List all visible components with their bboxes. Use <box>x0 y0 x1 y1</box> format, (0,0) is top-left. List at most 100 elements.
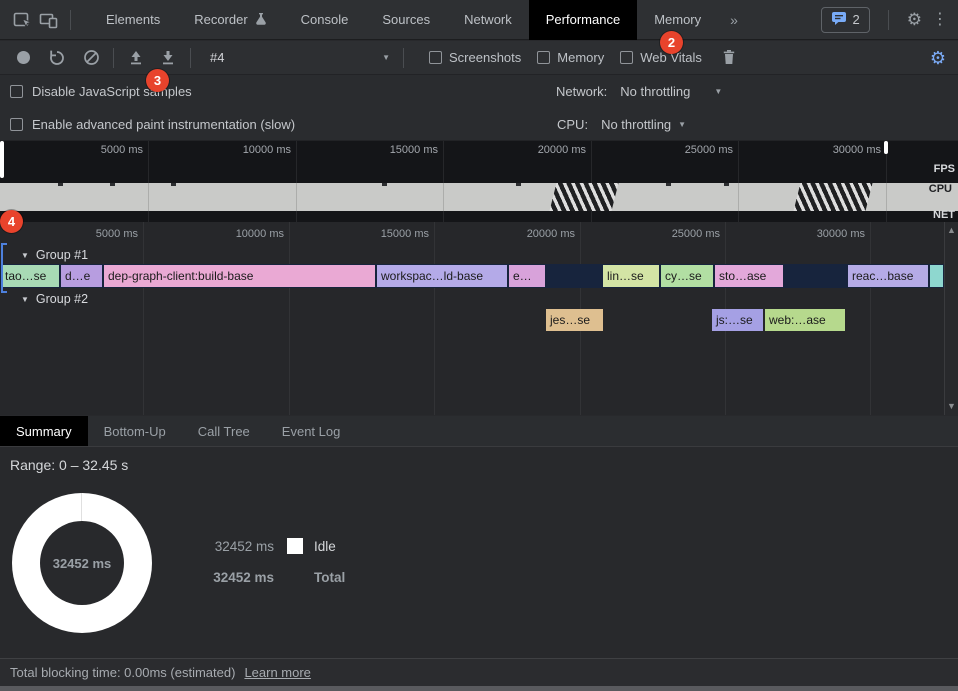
flame-scrollbar[interactable]: ▲ ▼ <box>944 222 958 415</box>
flame-bar[interactable]: e… <box>509 265 545 287</box>
flame-bar[interactable]: web:…ase <box>765 309 845 331</box>
topbar-right-controls: 2 ⚙ ⋮ <box>821 7 958 33</box>
ruler-tick-label: 10000 ms <box>236 228 284 240</box>
paint-instrumentation-checkbox[interactable] <box>10 118 23 131</box>
detail-tab-bottom-up[interactable]: Bottom-Up <box>88 416 182 446</box>
checkbox-box[interactable] <box>537 51 550 64</box>
gridline <box>738 183 739 211</box>
load-profile-icon[interactable] <box>123 45 149 71</box>
reload-and-record-icon[interactable] <box>44 45 70 71</box>
tab-console[interactable]: Console <box>284 0 366 40</box>
flame-bar[interactable]: sto…ase <box>715 265 783 287</box>
flame-bar[interactable]: dep-graph-client:build-base <box>104 265 375 287</box>
flame-bar[interactable]: cy…se <box>661 265 713 287</box>
flame-bar[interactable]: reac…base <box>848 265 928 287</box>
checkbox-memory[interactable]: Memory <box>537 50 604 65</box>
tab-sources[interactable]: Sources <box>365 0 447 40</box>
flame-chart[interactable]: 5000 ms10000 ms15000 ms20000 ms25000 ms3… <box>0 222 944 415</box>
record-button[interactable] <box>10 45 36 71</box>
disable-js-samples-label: Disable JavaScript samples <box>32 84 192 99</box>
chevron-down-icon: ▼ <box>382 53 390 62</box>
device-toolbar-icon[interactable] <box>36 7 62 33</box>
clear-icon[interactable] <box>78 45 104 71</box>
tab-network[interactable]: Network <box>447 0 529 40</box>
flame-bar[interactable]: lin…se <box>603 265 659 287</box>
group-bars-row: jes…se js:…seweb:…ase <box>0 308 944 332</box>
checkbox-box[interactable] <box>429 51 442 64</box>
legend-row: 32452 ms Idle <box>196 537 345 555</box>
legend-label: Idle <box>314 539 336 554</box>
legend-value: 32452 ms <box>196 570 274 585</box>
group-selection-bracket <box>1 243 7 293</box>
flame-bar[interactable]: d…e <box>61 265 102 287</box>
selection-handle-left[interactable] <box>0 141 4 178</box>
timeline-overview[interactable]: 5000 ms10000 ms15000 ms20000 ms25000 ms3… <box>0 141 958 222</box>
toolbar-divider <box>113 48 114 68</box>
more-tabs-button[interactable]: » <box>718 12 750 28</box>
learn-more-link[interactable]: Learn more <box>244 665 310 680</box>
detail-tab-summary[interactable]: Summary <box>0 416 88 446</box>
flame-bar[interactable]: workspac…ld-base <box>377 265 507 287</box>
summary-donut: 32452 ms <box>12 493 152 633</box>
tab-label: Sources <box>382 12 430 27</box>
checkbox-label: Screenshots <box>449 50 521 65</box>
footer-status: Total blocking time: 0.00ms (estimated) … <box>0 658 958 686</box>
capture-history-value: #4 <box>210 50 224 65</box>
checkbox-screenshots[interactable]: Screenshots <box>429 50 521 65</box>
selection-handle-right[interactable] <box>884 141 888 154</box>
detail-tab-call-tree[interactable]: Call Tree <box>182 416 266 446</box>
ruler-tick-label: 5000 ms <box>96 228 138 240</box>
cpu-throttle-hatch <box>550 183 619 211</box>
group-header[interactable]: ▼ Group #1 <box>0 246 944 264</box>
flame-bar[interactable]: js:…se <box>712 309 763 331</box>
cpu-activity-mark <box>110 183 115 186</box>
issues-chat-icon <box>831 11 847 29</box>
tab-performance[interactable]: Performance <box>529 0 637 40</box>
save-profile-icon[interactable] <box>155 45 181 71</box>
kebab-menu-icon[interactable]: ⋮ <box>932 12 948 28</box>
group-header[interactable]: ▼Group #2 <box>0 290 944 308</box>
option-row-1: Disable JavaScript samples Network: No t… <box>0 75 958 108</box>
collapse-triangle-icon[interactable]: ▼ <box>21 295 29 304</box>
cpu-throttling-select[interactable]: CPU: No throttling ▼ <box>557 117 686 132</box>
flame-bar[interactable]: tao…se <box>1 265 59 287</box>
legend-value: 32452 ms <box>196 539 274 554</box>
cpu-activity-mark <box>724 183 729 186</box>
tab-recorder[interactable]: Recorder <box>177 0 283 40</box>
ruler-tick-label: 10000 ms <box>243 144 291 156</box>
detail-tab-event-log[interactable]: Event Log <box>266 416 357 446</box>
tab-label: Elements <box>106 12 160 27</box>
cpu-activity-mark <box>58 183 63 186</box>
group-label: Group #1 <box>36 248 88 262</box>
network-throttling-select[interactable]: Network: No throttling ▼ <box>556 84 722 99</box>
settings-gear-icon[interactable]: ⚙ <box>907 11 922 28</box>
gridline <box>886 183 887 211</box>
scroll-up-icon[interactable]: ▲ <box>947 226 956 235</box>
devtools-window: Elements RecorderConsole Sources Network Per… <box>0 0 958 691</box>
inspect-element-icon[interactable] <box>10 7 36 33</box>
checkbox-web-vitals[interactable]: Web Vitals <box>620 50 702 65</box>
group-bars-row: tao…sed…edep-graph-client:build-basework… <box>0 264 944 288</box>
tab-label: Network <box>464 12 512 27</box>
cpu-label: CPU: <box>557 117 588 132</box>
issues-counter[interactable]: 2 <box>821 7 870 33</box>
tutorial-step-badge: 3 <box>146 69 169 92</box>
cpu-activity-mark <box>666 183 671 186</box>
ruler-tick-label: 15000 ms <box>390 144 438 156</box>
capture-settings-gear-icon[interactable]: ⚙ <box>930 49 946 67</box>
gridline <box>443 183 444 211</box>
checkbox-box[interactable] <box>620 51 633 64</box>
tab-elements[interactable]: Elements <box>89 0 177 40</box>
flame-bar[interactable] <box>930 265 943 287</box>
flame-bar[interactable]: jes…se <box>546 309 603 331</box>
capture-history-select[interactable]: #4 ▼ <box>206 46 394 70</box>
donut-hole: 32452 ms <box>40 521 124 605</box>
cpu-value: No throttling <box>601 117 671 132</box>
cpu-activity-mark <box>516 183 521 186</box>
cpu-lane-label: CPU <box>923 183 955 196</box>
trash-icon[interactable] <box>716 45 742 71</box>
disable-js-samples-checkbox[interactable] <box>10 85 23 98</box>
scroll-down-icon[interactable]: ▼ <box>947 402 956 411</box>
collapse-triangle-icon[interactable]: ▼ <box>21 251 29 260</box>
ruler-tick-label: 5000 ms <box>101 144 143 156</box>
